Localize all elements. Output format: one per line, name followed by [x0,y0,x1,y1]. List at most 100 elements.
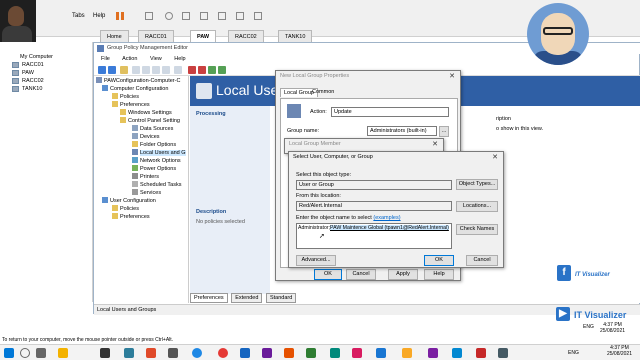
tree-item-user-preferences[interactable]: Preferences [112,213,150,221]
object-types-button[interactable]: Object Types... [456,179,498,190]
my-computer-label[interactable]: My Computer [20,54,53,60]
tab-extended[interactable]: Extended [231,293,263,303]
action-select[interactable]: Update [331,107,449,117]
tree-item-folder-options[interactable]: Folder Options [132,141,176,149]
chrome-icon[interactable] [218,348,228,358]
back-icon[interactable] [98,66,106,74]
unity-icon[interactable] [218,12,226,20]
group-name-field[interactable]: Administrators (built-in) [367,126,437,136]
app-purple-icon[interactable] [428,348,438,358]
browse-button[interactable]: ... [439,126,449,137]
fullscreen-icon[interactable] [200,12,208,20]
advanced-button[interactable]: Advanced... [296,255,336,266]
close-icon[interactable]: ✕ [449,72,455,80]
manage-icon[interactable] [182,12,190,20]
task-view-icon[interactable] [36,348,46,358]
locations-button[interactable]: Locations... [456,201,498,212]
system-clock[interactable]: 4:37 PM 25/08/2021 [607,345,632,357]
move-icon[interactable] [218,66,226,74]
cancel-button[interactable]: Cancel [466,255,498,266]
edge-icon[interactable] [192,348,202,358]
app-cyan-icon[interactable] [452,348,462,358]
tree-item-network-options[interactable]: Network Options [132,157,181,165]
examples-link[interactable]: (examples) [373,215,400,221]
tab-racc01[interactable]: RACC01 [138,30,174,42]
tree-item-user-policies[interactable]: Policies [112,205,139,213]
menu-help[interactable]: Help [174,56,185,62]
teams-icon[interactable] [262,348,272,358]
file-explorer-icon[interactable] [58,348,68,358]
language-indicator[interactable]: ENG [568,350,579,356]
ok-button[interactable]: OK [424,255,454,266]
search-icon[interactable] [20,348,30,358]
outlook-icon[interactable] [240,348,250,358]
close-icon[interactable]: ✕ [432,140,438,148]
stretch-icon[interactable] [254,12,262,20]
tree-item-data-sources[interactable]: Data Sources [132,125,173,133]
app-green-icon[interactable] [306,348,316,358]
vm-item-racc02[interactable]: RACC02 [12,78,44,84]
check-names-button[interactable]: Check Names [456,224,498,235]
tree-item-control-panel[interactable]: Control Panel Setting [120,117,180,125]
tree-item-power-options[interactable]: Power Options [132,165,176,173]
vm-item-racc01[interactable]: RACC01 [12,62,44,68]
help-icon[interactable] [174,66,182,74]
app-red-icon[interactable] [476,348,486,358]
properties-icon[interactable] [142,66,150,74]
add-icon[interactable] [208,66,216,74]
tree-item-local-users-groups[interactable]: Local Users and G [132,149,186,157]
tree-item-devices[interactable]: Devices [132,133,160,141]
tree-item-printers[interactable]: Printers [132,173,159,181]
screen-recorder-icon[interactable] [168,348,178,358]
tree-item-user-config[interactable]: User Configuration [102,197,156,205]
delete-icon[interactable] [188,66,196,74]
cancel-button[interactable]: Cancel [346,269,376,280]
vm-item-tank10[interactable]: TANK10 [12,86,42,92]
app-pink-icon[interactable] [352,348,362,358]
menu-view[interactable]: View [150,56,162,62]
console-icon[interactable] [236,12,244,20]
vm-item-paw[interactable]: PAW [12,70,34,76]
vm-icon [12,86,19,92]
terminal-icon[interactable] [100,348,110,358]
tree-item-services[interactable]: Services [132,189,161,197]
tree-item-computer-config[interactable]: Computer Configuration [102,85,168,93]
app-icon[interactable] [124,348,134,358]
app-yellow-icon[interactable] [402,348,412,358]
show-tree-icon[interactable] [132,66,140,74]
app-teal-icon[interactable] [330,348,340,358]
menu-file[interactable]: File [101,56,110,62]
tree-item-policies[interactable]: Policies [112,93,139,101]
tree-item-scheduled-tasks[interactable]: Scheduled Tasks [132,181,181,189]
vmware-icon[interactable] [284,348,294,358]
help-button[interactable]: Help [424,269,454,280]
tab-common[interactable]: Common [312,89,334,95]
export-icon[interactable] [162,66,170,74]
tree-item-windows-settings[interactable]: Windows Settings [120,109,172,117]
stop-icon[interactable] [198,66,206,74]
tab-tank10[interactable]: TANK10 [278,30,313,42]
brave-icon[interactable] [146,348,156,358]
windows-start-icon[interactable] [4,348,14,358]
tab-home[interactable]: Home [100,30,129,42]
up-icon[interactable] [120,66,128,74]
tab-racc02[interactable]: RACC02 [228,30,264,42]
pause-icon[interactable] [116,12,119,20]
close-icon[interactable]: ✕ [492,153,498,161]
tree-item-preferences[interactable]: Preferences [112,101,150,109]
tree-item-gpo[interactable]: PAWConfiguration-Computer-C [96,77,180,85]
tab-paw[interactable]: PAW [190,30,217,42]
app-gray-icon[interactable] [498,348,508,358]
refresh-icon[interactable] [152,66,160,74]
tab-preferences[interactable]: Preferences [190,293,228,303]
app-blue-icon[interactable] [376,348,386,358]
tab-standard[interactable]: Standard [265,293,297,303]
host-menu-tabs[interactable]: Tabs [72,13,85,19]
snapshot-icon[interactable] [145,12,153,20]
host-menu-help[interactable]: Help [93,13,105,19]
menu-action[interactable]: Action [122,56,137,62]
apply-button[interactable]: Apply [388,269,418,280]
ok-button[interactable]: OK [314,269,342,280]
revert-icon[interactable] [165,12,173,20]
forward-icon[interactable] [108,66,116,74]
